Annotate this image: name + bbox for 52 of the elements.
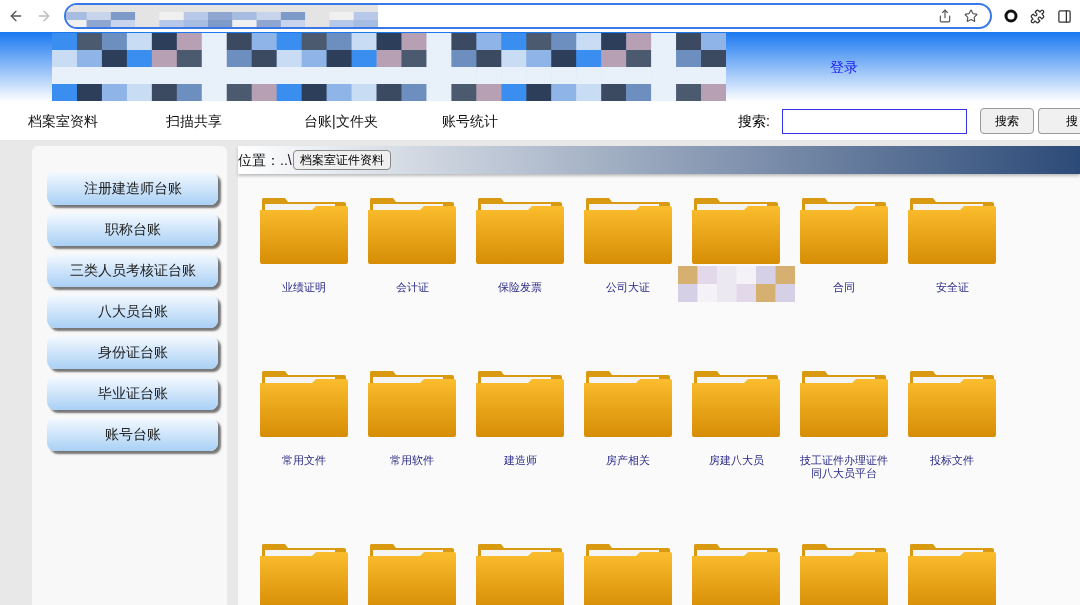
folder-icon bbox=[260, 196, 348, 264]
extensions-icon[interactable] bbox=[1030, 8, 1045, 24]
folder-icon bbox=[908, 369, 996, 437]
search-label: 搜索: bbox=[738, 111, 770, 131]
folder-label[interactable]: 建造师 bbox=[503, 454, 537, 467]
folder-label[interactable]: 业绩证明 bbox=[282, 281, 326, 294]
folder-icon bbox=[584, 369, 672, 437]
folder-label[interactable]: 合同 bbox=[833, 281, 855, 294]
back-icon[interactable] bbox=[8, 8, 24, 24]
folder-icon bbox=[476, 196, 564, 264]
folder-icon bbox=[368, 369, 456, 437]
folder-icon bbox=[800, 369, 888, 437]
folder-icon bbox=[260, 369, 348, 437]
sidebar-button[interactable]: 三类人员考核证台账 bbox=[47, 254, 218, 287]
sidebar-button[interactable]: 八大员台账 bbox=[47, 295, 218, 328]
folder-label[interactable]: 安全证 bbox=[935, 281, 969, 294]
folder-icon bbox=[908, 196, 996, 264]
nav-link[interactable]: 档案室资料 bbox=[28, 110, 166, 132]
sidebar-button[interactable]: 注册建造师台账 bbox=[47, 172, 218, 205]
folder-label[interactable]: 房产相关 bbox=[606, 454, 650, 467]
folder-icon bbox=[692, 196, 780, 264]
share-icon[interactable] bbox=[938, 9, 952, 23]
sidebar-button[interactable]: 身份证台账 bbox=[47, 336, 218, 369]
breadcrumb-button[interactable]: 档案室证件资料 bbox=[292, 150, 391, 170]
folder-label[interactable]: 会计证 bbox=[395, 281, 429, 294]
folder-icon bbox=[584, 196, 672, 264]
sidebar-button[interactable]: 毕业证台账 bbox=[47, 377, 218, 410]
side-panel-icon[interactable] bbox=[1057, 8, 1072, 24]
folder-icon bbox=[476, 369, 564, 437]
folder-label[interactable]: 保险发票 bbox=[498, 281, 542, 294]
folder-label[interactable]: 投标文件 bbox=[930, 454, 974, 467]
nav-link[interactable]: 账号统计 bbox=[442, 110, 580, 132]
sidebar-button[interactable]: 职称台账 bbox=[47, 213, 218, 246]
folder-icon bbox=[800, 196, 888, 264]
star-icon[interactable] bbox=[964, 9, 978, 23]
folder-icon bbox=[692, 369, 780, 437]
folder-label[interactable]: 技工证件办理证件同八大员平台 bbox=[798, 454, 890, 480]
search-button[interactable]: 搜索 bbox=[980, 108, 1034, 134]
folder-label[interactable]: 常用文件 bbox=[282, 454, 326, 467]
folder-label[interactable]: 公司大证 bbox=[606, 281, 650, 294]
login-link[interactable]: 登录 bbox=[830, 56, 858, 78]
breadcrumb-label: 位置：..\ bbox=[238, 150, 292, 170]
address-bar[interactable] bbox=[64, 3, 992, 29]
folder-label[interactable]: 常用软件 bbox=[390, 454, 434, 467]
search-field[interactable] bbox=[782, 108, 967, 134]
sidebar-button[interactable]: 账号台账 bbox=[47, 418, 218, 451]
nav-link[interactable]: 台账|文件夹 bbox=[304, 110, 442, 132]
nav-link[interactable]: 扫描共享 bbox=[166, 110, 304, 132]
search-button[interactable]: 搜 bbox=[1038, 108, 1080, 134]
folder-icon bbox=[368, 196, 456, 264]
folder-label[interactable]: 房建八大员 bbox=[708, 454, 764, 467]
circle-icon[interactable] bbox=[1004, 9, 1018, 23]
